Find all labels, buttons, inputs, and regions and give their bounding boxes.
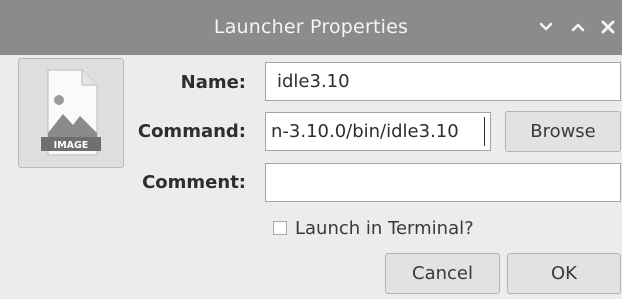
name-input[interactable]: idle3.10: [265, 62, 621, 101]
maximize-button[interactable]: [569, 18, 587, 36]
window-title: Launcher Properties: [213, 16, 409, 38]
comment-input[interactable]: [265, 163, 621, 202]
cancel-button[interactable]: Cancel: [385, 253, 500, 294]
ok-button[interactable]: OK: [507, 253, 621, 294]
title-bar[interactable]: Launcher Properties: [0, 0, 622, 55]
text-caret: [484, 117, 485, 146]
browse-button[interactable]: Browse: [505, 111, 621, 152]
launch-in-terminal-checkbox[interactable]: [273, 221, 287, 235]
command-label: Command:: [137, 121, 246, 142]
image-badge-text: IMAGE: [54, 140, 89, 151]
chevron-up-icon: [571, 23, 585, 32]
launch-in-terminal-option[interactable]: Launch in Terminal?: [273, 217, 474, 239]
launch-in-terminal-label: Launch in Terminal?: [295, 217, 474, 239]
close-icon: [601, 20, 615, 34]
comment-label: Comment:: [142, 172, 246, 193]
command-input[interactable]: n-3.10.0/bin/idle3.10: [265, 112, 491, 151]
image-file-icon: IMAGE: [41, 69, 101, 156]
name-label: Name:: [180, 72, 246, 93]
minimize-button[interactable]: [537, 18, 555, 36]
icon-button[interactable]: IMAGE: [18, 58, 124, 168]
chevron-down-icon: [539, 22, 553, 31]
close-button[interactable]: [599, 18, 617, 36]
